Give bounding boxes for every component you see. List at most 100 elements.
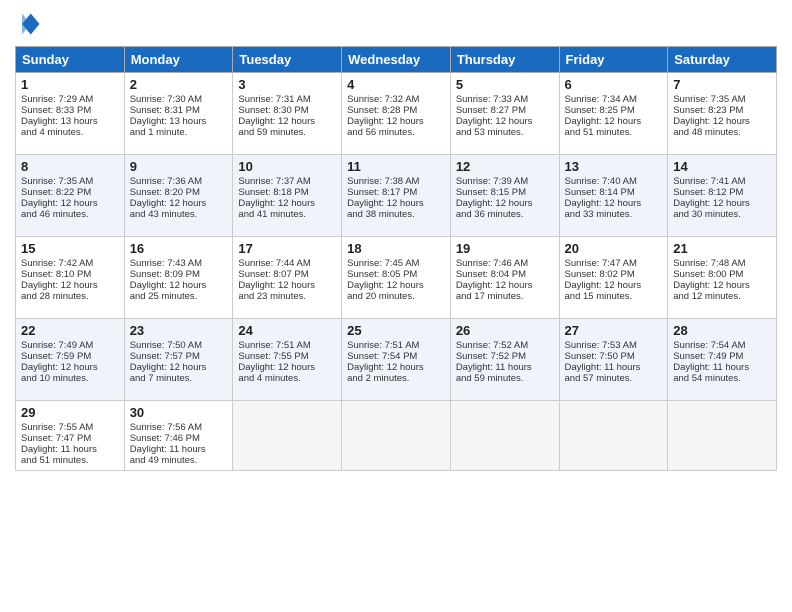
day-info-line: Sunrise: 7:54 AM: [673, 340, 771, 351]
day-info-line: Daylight: 12 hours: [347, 198, 445, 209]
day-info-line: and 2 minutes.: [347, 373, 445, 384]
day-info-line: Sunset: 7:54 PM: [347, 351, 445, 362]
calendar-cell: 20Sunrise: 7:47 AMSunset: 8:02 PMDayligh…: [559, 237, 668, 319]
day-info-line: Sunset: 8:02 PM: [565, 269, 663, 280]
calendar-day-header: Sunday: [16, 47, 125, 73]
calendar-cell: 29Sunrise: 7:55 AMSunset: 7:47 PMDayligh…: [16, 401, 125, 471]
calendar-cell: 11Sunrise: 7:38 AMSunset: 8:17 PMDayligh…: [342, 155, 451, 237]
day-info-line: Daylight: 12 hours: [565, 198, 663, 209]
day-info-line: Sunrise: 7:51 AM: [238, 340, 336, 351]
day-info-line: Sunset: 8:23 PM: [673, 105, 771, 116]
calendar-week-row: 1Sunrise: 7:29 AMSunset: 8:33 PMDaylight…: [16, 73, 777, 155]
day-info-line: Sunset: 8:17 PM: [347, 187, 445, 198]
day-info-line: Sunrise: 7:35 AM: [21, 176, 119, 187]
day-info-line: Sunset: 8:28 PM: [347, 105, 445, 116]
day-info-line: Sunrise: 7:38 AM: [347, 176, 445, 187]
day-info-line: and 1 minute.: [130, 127, 228, 138]
logo: [15, 10, 47, 38]
day-info-line: Daylight: 12 hours: [21, 362, 119, 373]
day-info-line: Daylight: 12 hours: [565, 280, 663, 291]
day-info-line: Daylight: 12 hours: [238, 198, 336, 209]
day-number: 1: [21, 77, 119, 92]
day-info-line: Daylight: 11 hours: [673, 362, 771, 373]
day-info-line: Sunset: 8:15 PM: [456, 187, 554, 198]
calendar-cell: 21Sunrise: 7:48 AMSunset: 8:00 PMDayligh…: [668, 237, 777, 319]
calendar-cell: 22Sunrise: 7:49 AMSunset: 7:59 PMDayligh…: [16, 319, 125, 401]
day-info-line: Daylight: 11 hours: [21, 444, 119, 455]
day-info-line: and 23 minutes.: [238, 291, 336, 302]
day-info-line: Sunset: 8:22 PM: [21, 187, 119, 198]
day-number: 24: [238, 323, 336, 338]
day-info-line: Sunrise: 7:44 AM: [238, 258, 336, 269]
day-info-line: Daylight: 12 hours: [21, 280, 119, 291]
day-info-line: Sunrise: 7:43 AM: [130, 258, 228, 269]
day-info-line: Sunrise: 7:37 AM: [238, 176, 336, 187]
day-info-line: Daylight: 12 hours: [347, 280, 445, 291]
day-info-line: and 57 minutes.: [565, 373, 663, 384]
calendar-week-row: 22Sunrise: 7:49 AMSunset: 7:59 PMDayligh…: [16, 319, 777, 401]
day-number: 8: [21, 159, 119, 174]
day-info-line: Sunrise: 7:52 AM: [456, 340, 554, 351]
day-info-line: Sunset: 7:50 PM: [565, 351, 663, 362]
day-info-line: and 51 minutes.: [21, 455, 119, 466]
calendar-cell: 13Sunrise: 7:40 AMSunset: 8:14 PMDayligh…: [559, 155, 668, 237]
calendar-cell: 3Sunrise: 7:31 AMSunset: 8:30 PMDaylight…: [233, 73, 342, 155]
calendar-cell: 8 Sunrise: 7:35 AMSunset: 8:22 PMDaylight…: [16, 155, 125, 237]
day-info-line: Sunrise: 7:46 AM: [456, 258, 554, 269]
calendar-cell: 5Sunrise: 7:33 AMSunset: 8:27 PMDaylight…: [450, 73, 559, 155]
page: SundayMondayTuesdayWednesdayThursdayFrid…: [0, 0, 792, 612]
day-info-line: and 33 minutes.: [565, 209, 663, 220]
day-info-line: and 15 minutes.: [565, 291, 663, 302]
day-number: 30: [130, 405, 228, 420]
calendar-cell: 12Sunrise: 7:39 AMSunset: 8:15 PMDayligh…: [450, 155, 559, 237]
day-info-line: and 38 minutes.: [347, 209, 445, 220]
day-info-line: Daylight: 11 hours: [565, 362, 663, 373]
day-number: 6: [565, 77, 663, 92]
calendar-header-row: SundayMondayTuesdayWednesdayThursdayFrid…: [16, 47, 777, 73]
calendar-cell: 4Sunrise: 7:32 AMSunset: 8:28 PMDaylight…: [342, 73, 451, 155]
day-info-line: Sunrise: 7:41 AM: [673, 176, 771, 187]
day-info-line: Sunset: 8:14 PM: [565, 187, 663, 198]
day-info-line: Sunset: 8:31 PM: [130, 105, 228, 116]
day-info-line: and 49 minutes.: [130, 455, 228, 466]
day-info-line: Sunset: 8:12 PM: [673, 187, 771, 198]
day-info-line: Sunrise: 7:40 AM: [565, 176, 663, 187]
day-info-line: Daylight: 12 hours: [238, 280, 336, 291]
day-info-line: Daylight: 12 hours: [238, 116, 336, 127]
day-info-line: Sunset: 8:00 PM: [673, 269, 771, 280]
day-info-line: Sunrise: 7:45 AM: [347, 258, 445, 269]
day-info-line: Daylight: 12 hours: [673, 198, 771, 209]
day-info-line: and 56 minutes.: [347, 127, 445, 138]
calendar-cell: 9Sunrise: 7:36 AMSunset: 8:20 PMDaylight…: [124, 155, 233, 237]
calendar-week-row: 15Sunrise: 7:42 AMSunset: 8:10 PMDayligh…: [16, 237, 777, 319]
day-info-line: Sunset: 8:04 PM: [456, 269, 554, 280]
day-info-line: Sunset: 8:09 PM: [130, 269, 228, 280]
day-number: 5: [456, 77, 554, 92]
day-info-line: and 25 minutes.: [130, 291, 228, 302]
calendar-cell: [342, 401, 451, 471]
day-info-line: Daylight: 12 hours: [130, 362, 228, 373]
day-info-line: Sunset: 7:52 PM: [456, 351, 554, 362]
day-info-line: and 46 minutes.: [21, 209, 119, 220]
calendar-cell: [559, 401, 668, 471]
day-info-line: and 20 minutes.: [347, 291, 445, 302]
day-info-line: Daylight: 12 hours: [130, 280, 228, 291]
day-number: 9: [130, 159, 228, 174]
day-number: 23: [130, 323, 228, 338]
calendar-cell: 24Sunrise: 7:51 AMSunset: 7:55 PMDayligh…: [233, 319, 342, 401]
calendar-cell: 17Sunrise: 7:44 AMSunset: 8:07 PMDayligh…: [233, 237, 342, 319]
day-info-line: Sunrise: 7:30 AM: [130, 94, 228, 105]
day-info-line: and 36 minutes.: [456, 209, 554, 220]
calendar-day-header: Tuesday: [233, 47, 342, 73]
day-info-line: Daylight: 12 hours: [238, 362, 336, 373]
day-info-line: Daylight: 12 hours: [21, 198, 119, 209]
day-info-line: and 43 minutes.: [130, 209, 228, 220]
day-number: 22: [21, 323, 119, 338]
day-number: 19: [456, 241, 554, 256]
day-info-line: Sunrise: 7:53 AM: [565, 340, 663, 351]
day-info-line: Daylight: 13 hours: [130, 116, 228, 127]
day-info-line: Sunrise: 7:32 AM: [347, 94, 445, 105]
day-info-line: Sunrise: 7:31 AM: [238, 94, 336, 105]
logo-icon: [15, 10, 43, 38]
calendar-day-header: Friday: [559, 47, 668, 73]
